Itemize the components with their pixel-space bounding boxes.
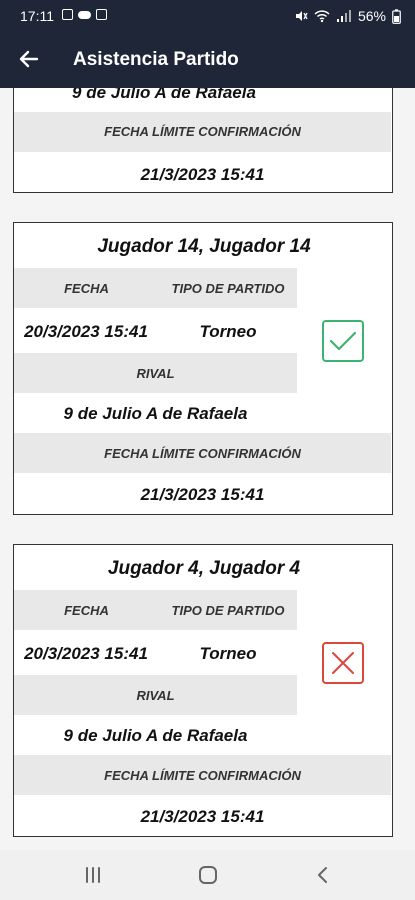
deadline-label: FECHA LÍMITE CONFIRMACIÓN <box>104 768 301 783</box>
deadline-value: 21/3/2023 15:41 <box>140 807 265 826</box>
wifi-icon <box>314 10 330 23</box>
system-nav-bar <box>0 850 415 900</box>
rival-value: 9 de Julio A de Rafaela <box>63 404 248 423</box>
battery-percent: 56% <box>357 8 386 24</box>
match-card: Jugador 4, Jugador 4 FECHA TIPO DE PARTI… <box>13 544 393 837</box>
player-name: Jugador 14, Jugador 14 <box>97 236 311 257</box>
attendance-list[interactable]: 9 de Julio A de Rafaela FECHA LÍMITE CON… <box>0 88 415 850</box>
signal-icon <box>336 10 351 22</box>
date-value: 20/3/2023 15:41 <box>24 644 148 663</box>
rival-label: RIVAL <box>136 366 175 381</box>
deadline-label: FECHA LÍMITE CONFIRMACIÓN <box>104 124 301 139</box>
arrow-left-icon[interactable] <box>16 46 42 72</box>
mute-icon <box>295 11 308 21</box>
player-name: Jugador 4, Jugador 4 <box>107 558 301 579</box>
deadline-value: 21/3/2023 15:41 <box>140 165 265 184</box>
match-type-value: Torneo <box>199 322 257 341</box>
status-time: 17:11 <box>20 8 54 24</box>
home-icon[interactable] <box>193 862 223 888</box>
date-label: FECHA <box>64 603 109 618</box>
date-value: 20/3/2023 15:41 <box>24 322 148 341</box>
app-bar: Asistencia Partido <box>0 32 415 88</box>
back-icon[interactable] <box>308 862 338 888</box>
attendance-confirmed-button[interactable] <box>322 320 364 362</box>
x-icon <box>332 652 354 674</box>
page-title: Asistencia Partido <box>73 49 239 70</box>
match-type-value: Torneo <box>199 644 257 663</box>
rival-label: RIVAL <box>136 688 175 703</box>
system-icons: 56% <box>294 8 401 24</box>
match-type-label: TIPO DE PARTIDO <box>171 281 285 296</box>
rival-value: 9 de Julio A de Rafaela <box>72 88 256 102</box>
notification-icon <box>62 9 73 20</box>
check-icon <box>329 331 357 351</box>
deadline-label: FECHA LÍMITE CONFIRMACIÓN <box>104 446 301 461</box>
notification-icon <box>96 9 107 20</box>
match-card: Jugador 14, Jugador 14 FECHA TIPO DE PAR… <box>13 222 393 515</box>
deadline-value: 21/3/2023 15:41 <box>140 485 265 504</box>
battery-icon <box>392 8 401 24</box>
attendance-declined-button[interactable] <box>322 642 364 684</box>
rival-value: 9 de Julio A de Rafaela <box>63 726 248 745</box>
status-bar: 17:11 56% <box>0 0 415 32</box>
match-card: 9 de Julio A de Rafaela FECHA LÍMITE CON… <box>13 88 393 193</box>
date-label: FECHA <box>64 281 109 296</box>
recent-apps-icon[interactable] <box>78 862 108 888</box>
notification-icons <box>62 9 107 20</box>
cloud-icon <box>78 11 91 19</box>
match-type-label: TIPO DE PARTIDO <box>171 603 285 618</box>
